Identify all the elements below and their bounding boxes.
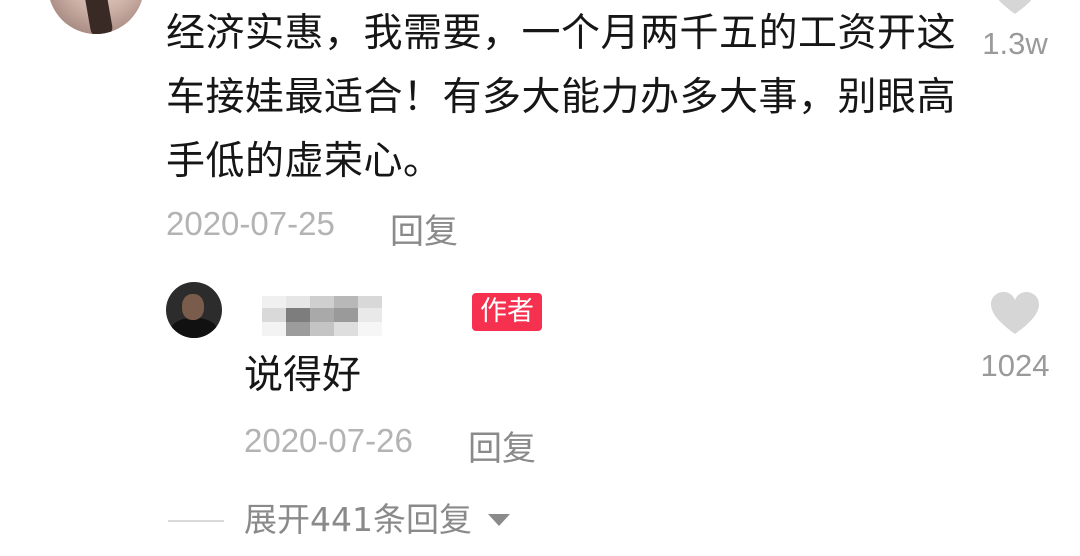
- reply-like-count: 1024: [980, 348, 1050, 383]
- comment-text: 经济实惠，我需要，一个月两千五的工资开这车接娃最适合！有多大能力办多大事，别眼高…: [166, 11, 957, 184]
- author-badge: 作者: [472, 293, 542, 331]
- reply-text: 说得好: [244, 353, 362, 398]
- reply-reply-button[interactable]: 回复: [468, 421, 536, 470]
- author-avatar[interactable]: [166, 282, 222, 338]
- expand-divider: [168, 520, 224, 522]
- comment-reply-button[interactable]: 回复: [390, 204, 458, 253]
- caret-down-icon[interactable]: [488, 514, 510, 526]
- heart-icon: [991, 292, 1039, 334]
- comment-date: 2020-07-25: [166, 205, 335, 242]
- comment-like-count: 1.3w: [982, 26, 1048, 61]
- commenter-avatar[interactable]: [48, 0, 144, 34]
- heart-icon: [998, 0, 1032, 14]
- reply-date: 2020-07-26: [244, 422, 413, 459]
- comment-like-button[interactable]: 1.3w: [955, 0, 1075, 62]
- reply-like-button[interactable]: 1024: [955, 292, 1075, 384]
- username-mosaic: [262, 296, 382, 336]
- expand-replies-button[interactable]: 展开441条回复: [244, 498, 472, 542]
